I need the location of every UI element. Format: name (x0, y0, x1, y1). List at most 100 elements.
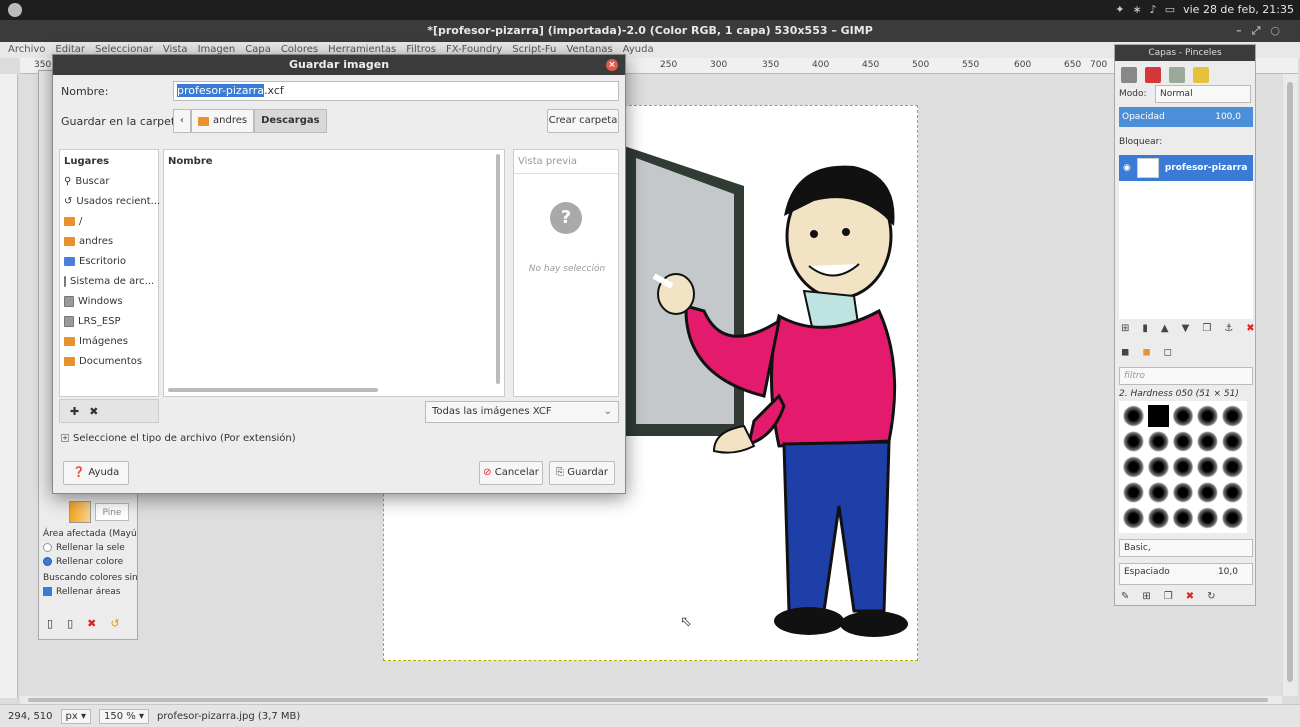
brush-filter-input[interactable]: filtro (1119, 367, 1253, 385)
brush-tabs: ◼ ◼ ◻ (1121, 347, 1172, 358)
home-folder-icon (198, 116, 209, 126)
radio-fill-selection[interactable]: Rellenar la sele (43, 543, 125, 553)
file-list-vscrollbar[interactable] (496, 154, 500, 384)
delete-brush-icon[interactable]: ✖ (1186, 591, 1194, 602)
duplicate-brush-icon[interactable]: ❐ (1164, 591, 1173, 602)
menu-archivo[interactable]: Archivo (8, 42, 45, 58)
place-imagenes[interactable]: Imágenes (60, 331, 158, 351)
undo-tab-icon[interactable] (1193, 67, 1209, 83)
unit-select[interactable]: px ▾ (60, 708, 91, 724)
place-recent[interactable]: ↺ Usados recient... (60, 191, 160, 211)
add-bookmark-icon[interactable]: ✚ (70, 405, 79, 418)
place-buscar[interactable]: ⚲ Buscar (60, 171, 158, 191)
clock[interactable]: vie 28 de feb, 21:35 (1183, 3, 1294, 16)
place-sistema[interactable]: Sistema de arc... (60, 271, 158, 291)
reset-options-icon[interactable]: ↺ (110, 617, 119, 630)
volume-icon[interactable]: ♪ (1150, 3, 1157, 16)
refresh-brushes-icon[interactable]: ↻ (1207, 591, 1215, 602)
duplicate-layer-icon[interactable]: ❐ (1202, 323, 1211, 334)
cancel-button[interactable]: ⊘ Cancelar (479, 461, 543, 485)
create-folder-button[interactable]: Crear carpeta (547, 109, 619, 133)
vertical-ruler[interactable] (0, 74, 18, 698)
radio-button[interactable] (43, 543, 52, 552)
radio-button[interactable] (43, 557, 52, 566)
save-options-icon[interactable]: ▯ (47, 617, 53, 630)
file-list-hscrollbar[interactable] (168, 388, 378, 392)
mode-value: Normal (1160, 89, 1193, 99)
brush-grid[interactable] (1119, 401, 1247, 533)
file-type-expander[interactable]: + Seleccione el tipo de archivo (Por exte… (61, 433, 296, 444)
vertical-scrollbar[interactable] (1283, 74, 1298, 696)
place-lrs-esp[interactable]: LRS_ESP (60, 311, 158, 331)
file-filter-select[interactable]: Todas las imágenes XCF ⌄ (425, 401, 619, 423)
place-label: Sistema de arc... (70, 275, 155, 287)
scrollbar-thumb[interactable] (1287, 82, 1293, 682)
fill-areas-checkbox[interactable]: Rellenar áreas (43, 587, 120, 597)
filename-extension: .xcf (264, 84, 284, 97)
place-documentos[interactable]: Documentos (60, 351, 158, 371)
help-icon: ❓ (72, 467, 86, 478)
no-selection-text: No hay selección (528, 264, 606, 274)
lock-label: Bloquear: (1119, 137, 1163, 147)
raise-layer-icon[interactable]: ▲ (1161, 323, 1169, 334)
filename-input[interactable]: profesor-pizarra.xcf (173, 81, 619, 101)
patterns-tab-icon[interactable]: ◼ (1142, 347, 1150, 358)
breadcrumb-andres[interactable]: andres (191, 109, 255, 133)
ruler-tick: 550 (962, 60, 980, 70)
radio-fill-colors[interactable]: Rellenar colore (43, 557, 123, 567)
menu-ayuda[interactable]: Ayuda (623, 42, 654, 58)
channels-tab-icon[interactable] (1145, 67, 1161, 83)
opacity-slider[interactable]: Opacidad 100,0 (1119, 107, 1253, 127)
breadcrumb-descargas[interactable]: Descargas (254, 109, 327, 133)
scrollbar-thumb[interactable] (28, 698, 1268, 702)
brushes-tab-icon[interactable]: ◼ (1121, 347, 1129, 358)
place-andres[interactable]: andres (60, 231, 158, 251)
pattern-name[interactable]: Pine (95, 503, 129, 521)
layer-row[interactable]: ◉ profesor-pizarra (1119, 155, 1253, 181)
horizontal-scrollbar[interactable] (20, 696, 1282, 704)
mode-select[interactable]: Normal (1155, 85, 1251, 103)
new-group-icon[interactable]: ▮ (1142, 323, 1148, 334)
network-icon[interactable]: ✦ (1115, 3, 1124, 16)
place-escritorio[interactable]: Escritorio (60, 251, 158, 271)
visibility-eye-icon[interactable]: ◉ (1123, 163, 1131, 173)
checkbox[interactable] (43, 587, 52, 596)
lower-layer-icon[interactable]: ▼ (1182, 323, 1190, 334)
breadcrumb-back-button[interactable]: ‹ (173, 109, 191, 133)
layers-tab-icon[interactable] (1121, 67, 1137, 83)
column-header-nombre[interactable]: Nombre (164, 150, 504, 173)
bluetooth-icon[interactable]: ∗ (1132, 3, 1141, 16)
delete-layer-icon[interactable]: ✖ (1246, 323, 1254, 334)
cancel-label: Cancelar (494, 467, 539, 478)
system-menu-icon[interactable] (8, 3, 22, 17)
remove-bookmark-icon[interactable]: ✖ (89, 405, 98, 418)
restore-options-icon[interactable]: ▯ (67, 617, 73, 630)
anchor-layer-icon[interactable]: ⚓ (1224, 323, 1233, 334)
new-brush-icon[interactable]: ⊞ (1142, 591, 1150, 602)
places-actions: ✚ ✖ (59, 399, 159, 423)
battery-icon[interactable]: ▭ (1165, 3, 1175, 16)
zoom-select[interactable]: 150 % ▾ (99, 708, 149, 724)
save-button[interactable]: ⎘ Guardar (549, 461, 615, 485)
ruler-tick: 300 (710, 60, 728, 70)
delete-options-icon[interactable]: ✖ (87, 617, 96, 630)
gimp-window-title: *[profesor-pizarra] (importada)-2.0 (Col… (0, 20, 1300, 42)
place-label: Buscar (75, 175, 110, 187)
window-controls[interactable]: –⤢○ (1236, 20, 1290, 42)
gradients-tab-icon[interactable]: ◻ (1164, 347, 1172, 358)
close-icon[interactable]: × (606, 59, 618, 71)
spacing-slider[interactable]: Espaciado 10,0 (1119, 563, 1253, 585)
help-button[interactable]: ❓ Ayuda (63, 461, 129, 485)
ruler-tick: 250 (660, 60, 678, 70)
place-windows[interactable]: Windows (60, 291, 158, 311)
new-layer-icon[interactable]: ⊞ (1121, 323, 1129, 334)
brush-preset-select[interactable]: Basic, (1119, 539, 1253, 557)
layer-name[interactable]: profesor-pizarra (1165, 163, 1248, 173)
pattern-swatch[interactable] (69, 501, 91, 523)
layers-list[interactable] (1119, 181, 1253, 319)
place-root[interactable]: / (60, 211, 158, 231)
paths-tab-icon[interactable] (1169, 67, 1185, 83)
file-list[interactable]: Nombre (163, 149, 505, 397)
ruler-tick: 350 (762, 60, 780, 70)
edit-brush-icon[interactable]: ✎ (1121, 591, 1129, 602)
